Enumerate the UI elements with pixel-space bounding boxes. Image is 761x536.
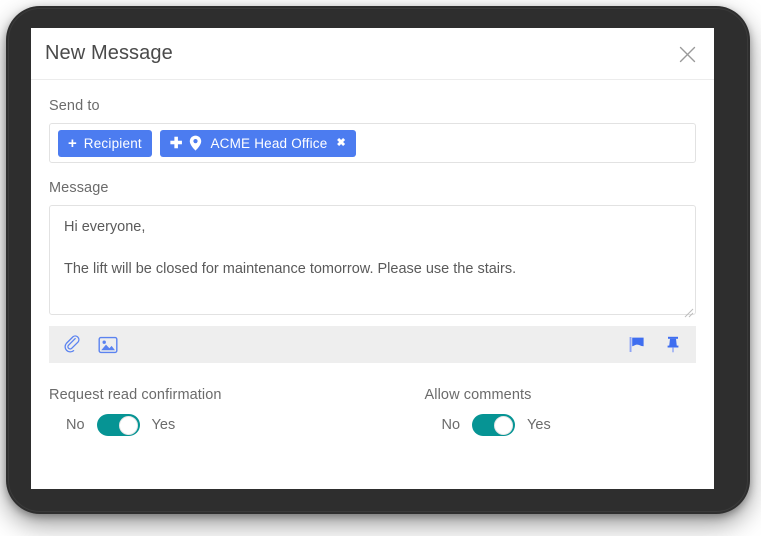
close-button[interactable]: [674, 41, 700, 67]
toggle-row: No Yes: [49, 414, 373, 436]
toggle-row: No Yes: [425, 414, 697, 436]
toolbar-right-group: [628, 335, 682, 354]
dialog-body: Send to + Recipient ✚ ACME Head Office ✖…: [31, 80, 714, 436]
recipients-input[interactable]: + Recipient ✚ ACME Head Office ✖: [49, 123, 696, 163]
flag-icon[interactable]: [628, 335, 646, 354]
option-allow-comments: Allow comments No Yes: [373, 387, 697, 436]
toggle-on-label: Yes: [151, 417, 176, 433]
toggle-on-label: Yes: [527, 417, 551, 433]
message-label: Message: [49, 180, 109, 196]
editor-toolbar: [49, 326, 696, 363]
plus-icon: ✚: [169, 134, 183, 152]
option-label: Allow comments: [424, 387, 532, 403]
toolbar-left-group: [63, 335, 118, 354]
new-message-dialog: New Message Send to + Recipient ✚ ACME H…: [31, 28, 714, 489]
add-recipient-button[interactable]: + Recipient: [58, 129, 152, 157]
plus-icon: +: [68, 134, 77, 152]
recipient-chip[interactable]: ✚ ACME Head Office ✖: [159, 129, 356, 157]
toggle-off-label: No: [66, 417, 85, 433]
options-row: Request read confirmation No Yes Allow c…: [49, 387, 696, 436]
attachment-icon[interactable]: [63, 335, 82, 354]
pin-icon[interactable]: [664, 335, 682, 354]
allow-comments-toggle[interactable]: [472, 414, 516, 436]
remove-recipient-icon[interactable]: ✖: [336, 137, 345, 149]
option-read-confirmation: Request read confirmation No Yes: [49, 387, 373, 436]
image-icon[interactable]: [98, 336, 118, 354]
device-bezel: New Message Send to + Recipient ✚ ACME H…: [6, 6, 750, 514]
message-input[interactable]: [49, 205, 696, 315]
add-recipient-label: Recipient: [83, 135, 142, 151]
toggle-off-label: No: [441, 417, 461, 433]
message-section: Message: [49, 180, 696, 363]
toggle-knob: [494, 415, 514, 435]
read-confirmation-toggle[interactable]: [96, 414, 140, 436]
location-pin-icon: [189, 135, 202, 151]
option-label: Request read confirmation: [49, 387, 222, 403]
send-to-label: Send to: [49, 98, 100, 114]
toggle-knob: [118, 415, 138, 435]
recipient-chip-label: ACME Head Office: [210, 135, 328, 151]
dialog-header: New Message: [31, 28, 714, 80]
page-title: New Message: [45, 42, 173, 64]
close-icon: [679, 46, 695, 62]
